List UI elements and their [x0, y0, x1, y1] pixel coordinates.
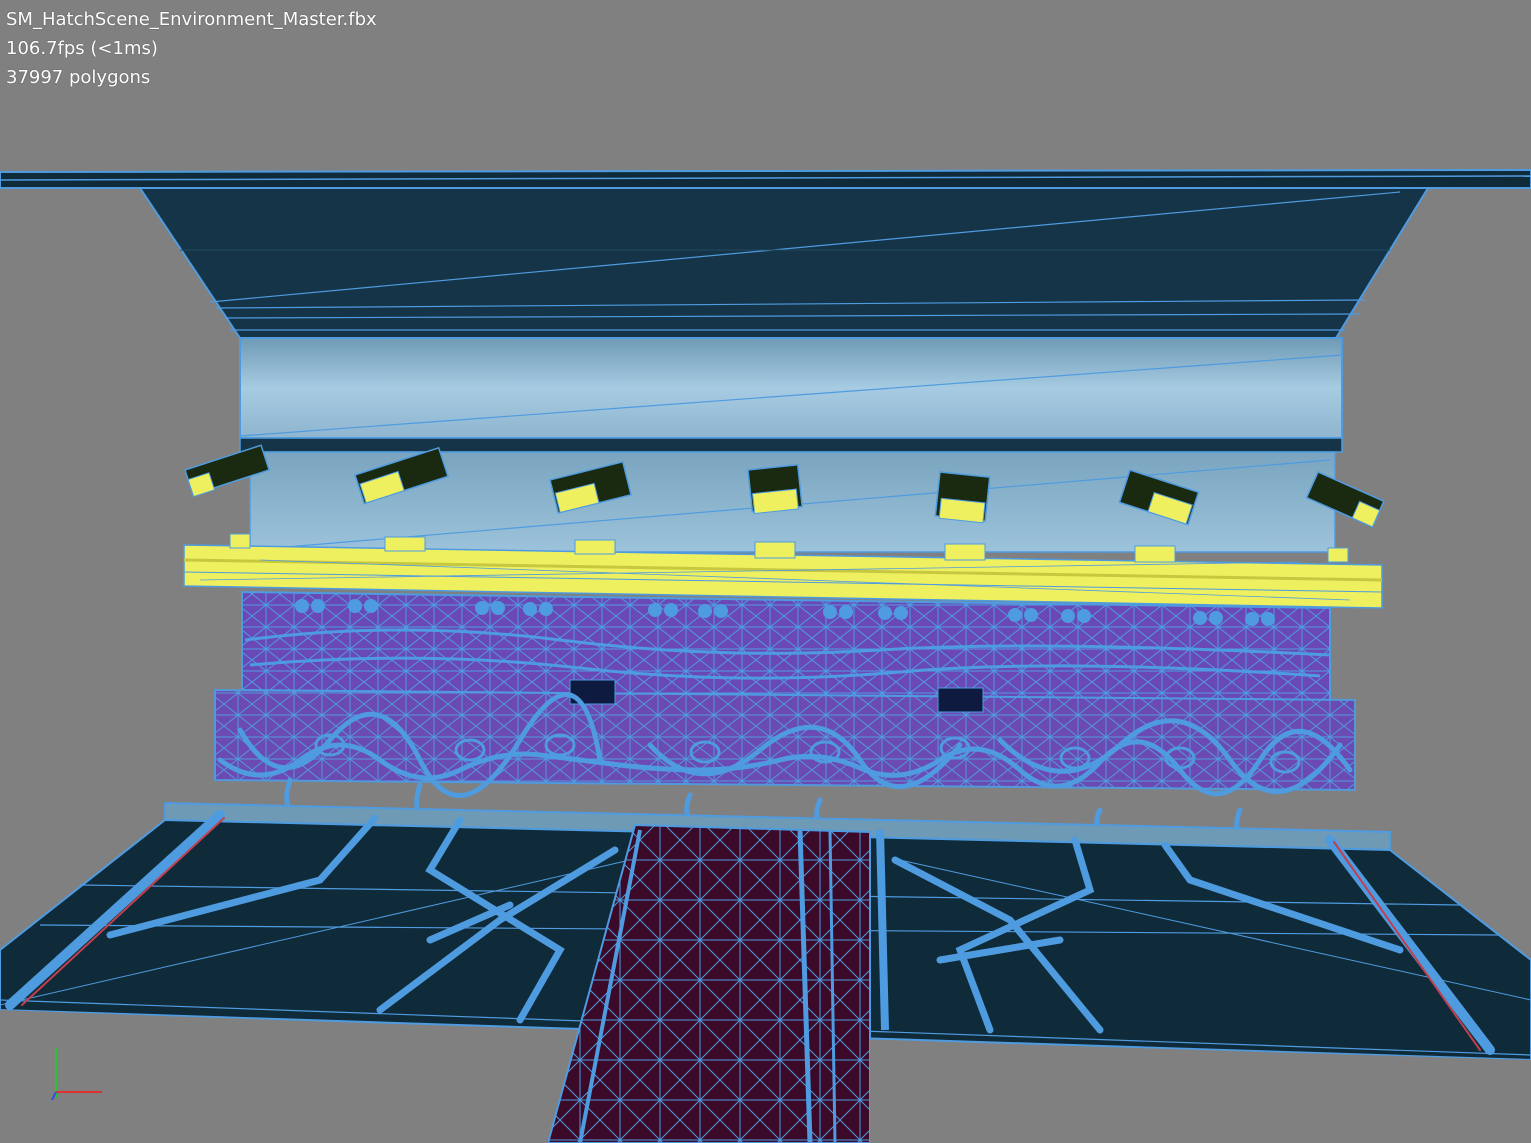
- 3d-viewport[interactable]: [0, 0, 1531, 1143]
- axis-gizmo: [51, 1048, 102, 1101]
- upper-slanted-panel: [138, 187, 1430, 339]
- light-fixture: [747, 463, 803, 515]
- ceiling-beam: [0, 168, 1531, 189]
- light-fixture: [934, 471, 991, 524]
